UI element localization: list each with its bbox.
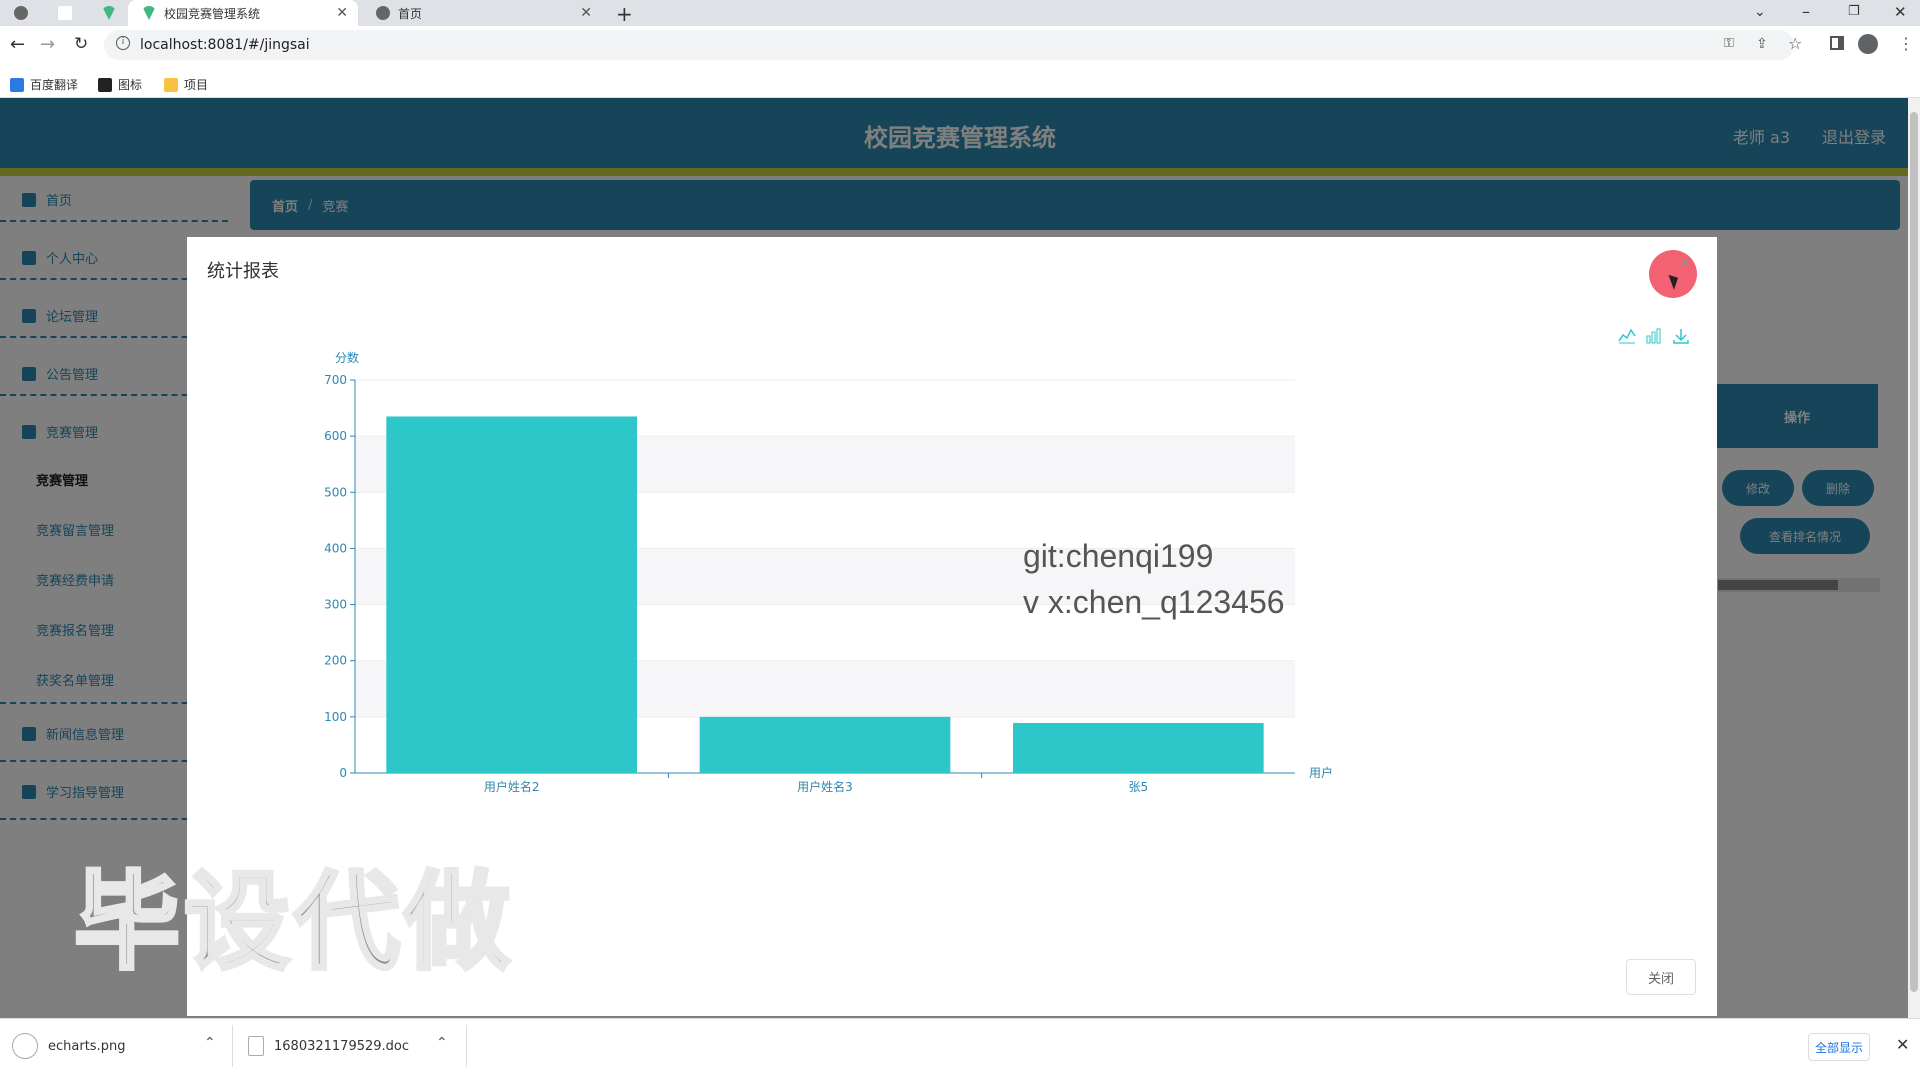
address-bar: ← → ↻ i localhost:8081/#/jingsai ⚿ ⇪ ☆ ⋮ [0,26,1920,70]
minimize-icon[interactable]: – [1802,2,1810,21]
tab-search-chevron-icon[interactable]: ⌄ [1754,4,1766,20]
scrollbar-thumb[interactable] [1910,112,1918,992]
tab-pinned-3[interactable] [88,0,128,26]
tab-pinned-1[interactable] [0,0,44,26]
tab-title: 校园竞赛管理系统 [164,6,261,21]
close-button[interactable]: 关闭 [1626,959,1696,995]
download-filename: echarts.png [48,1038,126,1054]
vue-icon [142,6,156,20]
watermark-stamp: 毕设代做 [72,861,514,984]
side-panel-icon[interactable] [1830,36,1844,50]
bar [699,716,951,773]
download-item[interactable]: echarts.png ⌃ [12,1019,222,1073]
watermark-line: v x:chen_q123456 [1023,584,1285,620]
y-tick-label: 400 [324,541,347,555]
new-tab-button[interactable]: + [616,2,633,26]
forward-icon[interactable]: → [40,34,55,55]
url-input[interactable]: i localhost:8081/#/jingsai [104,30,1794,60]
bookmark-icons[interactable]: 图标 [98,76,142,93]
window-close-icon[interactable]: ✕ [1894,3,1907,21]
doc-file-icon [248,1036,264,1056]
divider [466,1025,467,1067]
divider [232,1025,233,1067]
translate-icon [10,77,24,92]
close-icon[interactable]: ✕ [336,5,348,21]
y-tick-label: 0 [339,766,347,780]
x-tick-label: 用户姓名2 [484,779,540,794]
y-tick-label: 600 [324,429,347,443]
browser-tab-bar: 校园竞赛管理系统 ✕ 首页 ✕ + ⌄ – ❐ ✕ [0,0,1920,26]
reload-icon[interactable]: ↻ [74,34,88,54]
y-tick-label: 100 [324,710,347,724]
close-download-bar-icon[interactable]: ✕ [1896,1035,1909,1054]
folder-icon [164,77,178,92]
download-bar: echarts.png ⌃ 1680321179529.doc ⌃ 全部显示 ✕ [0,1018,1920,1072]
tab-home[interactable]: 首页 ✕ [362,0,602,26]
key-icon[interactable]: ⚿ [1724,36,1734,51]
vue-icon [102,6,116,20]
x-tick-label: 用户姓名3 [797,779,853,794]
tab-active[interactable]: 校园竞赛管理系统 ✕ [128,0,358,26]
bookmarks-bar: 百度翻译 图标 项目 [0,70,1920,98]
bookmark-label: 图标 [118,78,143,92]
page-vertical-scrollbar[interactable] [1908,98,1920,1018]
watermark-line: git:chenqi199 [1023,538,1214,574]
download-item[interactable]: 1680321179529.doc ⌃ [248,1019,458,1073]
tab-title: 首页 [398,6,423,21]
bar [1013,723,1264,773]
x-tick-label: 张5 [1129,780,1149,794]
download-filename: 1680321179529.doc [274,1038,410,1054]
y-tick-label: 200 [324,654,347,668]
blank-page-icon [58,6,72,20]
y-tick-label: 700 [324,373,347,387]
share-icon[interactable]: ⇪ [1756,36,1768,52]
bookmark-project[interactable]: 项目 [164,76,208,93]
star-icon[interactable]: ☆ [1788,34,1802,53]
bookmark-label: 百度翻译 [30,78,79,92]
chevron-up-icon[interactable]: ⌃ [436,1035,448,1051]
y-tick-label: 300 [324,598,347,612]
restore-icon[interactable]: ❐ [1848,4,1860,19]
bookmark-image-icon [98,77,112,92]
bookmark-label: 项目 [184,78,209,92]
more-menu-icon[interactable]: ⋮ [1898,34,1914,53]
watermark-text: git:chenqi199 v x:chen_q123456 [1023,533,1285,625]
x-axis-label: 用户 [1309,765,1333,780]
tab-pinned-2[interactable] [44,0,88,26]
globe-icon [14,6,28,20]
image-file-icon [12,1033,38,1059]
close-icon[interactable]: ✕ [580,5,592,21]
back-icon[interactable]: ← [10,34,25,55]
globe-icon [376,6,390,20]
url-text: localhost:8081/#/jingsai [140,37,310,53]
y-tick-label: 500 [324,485,347,499]
y-axis-label: 分数 [335,350,359,365]
info-icon[interactable]: i [116,36,130,50]
bookmark-baidu-translate[interactable]: 百度翻译 [10,76,78,93]
bar [386,416,637,773]
show-all-button[interactable]: 全部显示 [1808,1033,1870,1061]
profile-avatar-icon[interactable] [1858,34,1878,54]
chevron-up-icon[interactable]: ⌃ [204,1035,216,1051]
